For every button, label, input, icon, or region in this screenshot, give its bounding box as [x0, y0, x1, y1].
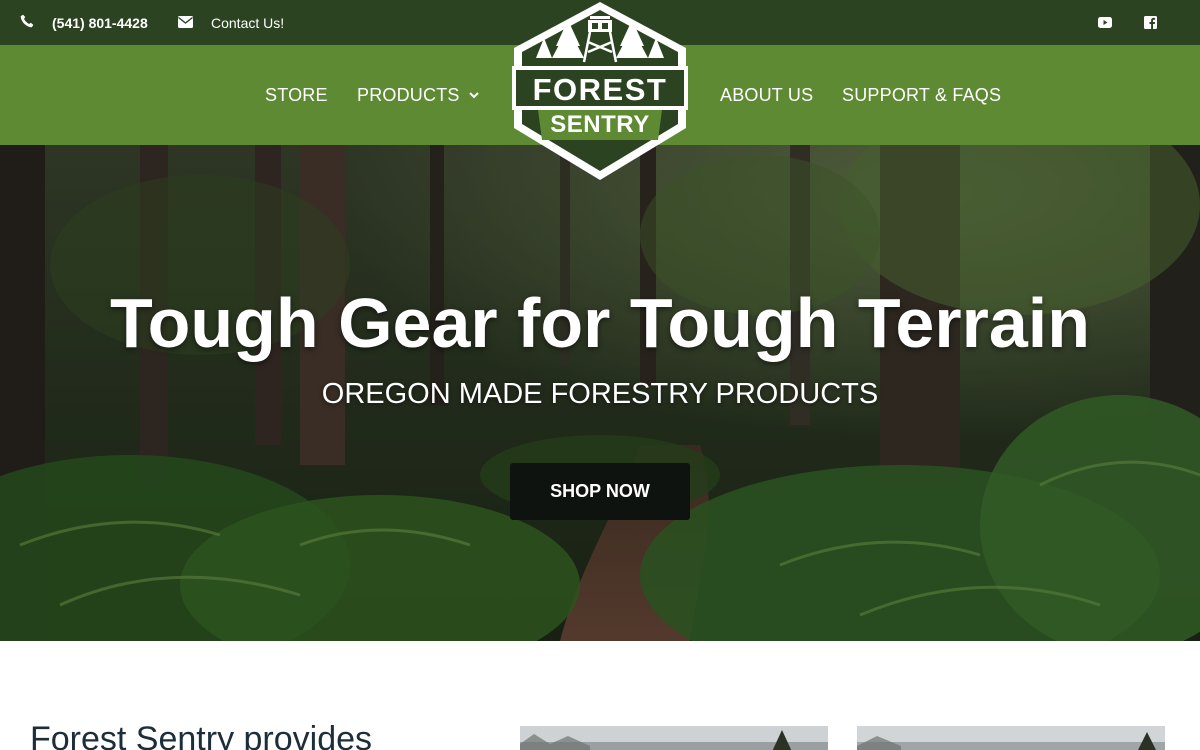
product-image-2[interactable]	[857, 726, 1165, 750]
phone-link[interactable]: (541) 801-4428	[20, 0, 148, 45]
hero-title: Tough Gear for Tough Terrain	[110, 284, 1090, 362]
envelope-icon	[178, 15, 193, 31]
youtube-icon[interactable]	[1097, 14, 1113, 30]
product-image-1[interactable]	[520, 726, 828, 750]
forest-sentry-logo[interactable]: FOREST SENTRY	[508, 0, 692, 184]
nav-products-label: PRODUCTS	[357, 84, 460, 105]
nav-support-faqs[interactable]: SUPPORT & FAQS	[842, 45, 1001, 145]
phone-number: (541) 801-4428	[52, 14, 148, 31]
nav-products[interactable]: PRODUCTS	[357, 45, 480, 145]
contact-link[interactable]: Contact Us!	[178, 0, 284, 45]
nav-store[interactable]: STORE	[265, 45, 328, 145]
intro-heading: Forest Sentry provides	[30, 720, 373, 750]
hero-subtitle: OREGON MADE FORESTRY PRODUCTS	[321, 378, 879, 410]
facebook-icon[interactable]	[1142, 14, 1158, 30]
logo-line-sentry: SENTRY	[550, 111, 650, 138]
phone-icon	[20, 14, 34, 31]
contact-label: Contact Us!	[211, 14, 285, 31]
shop-now-button[interactable]: SHOP NOW	[510, 463, 690, 520]
hero-banner: Tough Gear for Tough Terrain OREGON MADE…	[0, 145, 1200, 641]
logo-line-forest: FOREST	[532, 72, 668, 107]
nav-about-us[interactable]: ABOUT US	[720, 45, 813, 145]
chevron-down-icon	[460, 85, 480, 106]
